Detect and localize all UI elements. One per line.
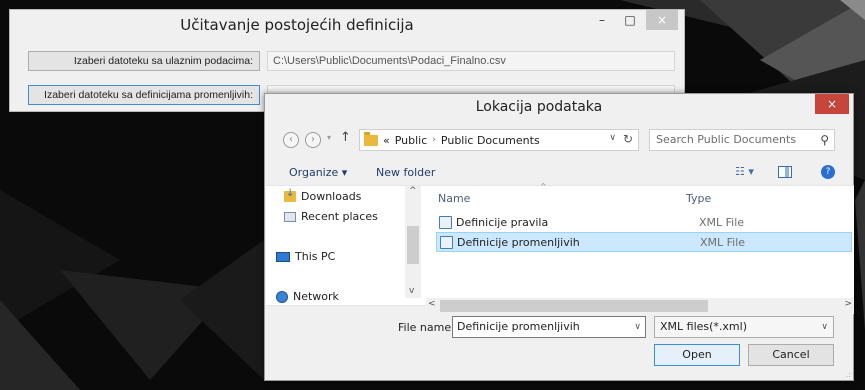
select-variable-definitions-button[interactable]: Izaberi datoteku sa definicijama promenl… [28, 85, 260, 105]
help-icon[interactable]: ? [821, 165, 835, 179]
downloads-folder-icon [284, 188, 296, 202]
view-options-icon[interactable]: ☷ ▾ [735, 165, 754, 178]
open-button[interactable]: Open [654, 344, 740, 366]
address-bar[interactable]: « Public › Public Documents ∨ ↻ [359, 129, 639, 151]
back-arrow-icon[interactable]: ‹ [283, 132, 299, 148]
file-row-selected[interactable]: Definicije promenljivih XML File [436, 232, 852, 252]
breadcrumb-public[interactable]: Public [395, 134, 428, 147]
dialog-toolbar: Organize ▾ New folder ☷ ▾ ? [265, 162, 853, 184]
forward-arrow-icon[interactable]: › [305, 132, 321, 148]
file-type-filter-value: XML files(*.xml) [660, 320, 747, 333]
select-input-data-button[interactable]: Izaberi datoteku sa ulaznim podacima: [28, 51, 260, 71]
new-folder-button[interactable]: New folder [376, 166, 435, 179]
refresh-icon[interactable]: ↻ [623, 132, 633, 146]
preview-pane-icon[interactable] [778, 166, 792, 178]
address-dropdown-icon[interactable]: ∨ [609, 133, 616, 143]
sort-ascending-icon: ^ [540, 182, 547, 191]
file-type: XML File [700, 235, 746, 249]
breadcrumb-public-documents[interactable]: Public Documents [441, 134, 540, 147]
network-icon [276, 290, 288, 303]
nav-item-this-pc[interactable]: This PC [276, 250, 335, 263]
file-list: ^ Name Type Definicije pravila XML File … [426, 182, 854, 298]
resize-grip-icon[interactable]: .: [846, 370, 851, 379]
input-data-path-field[interactable]: C:\Users\Public\Documents\Podaci_Finalno… [267, 51, 675, 71]
minimize-icon[interactable]: – [588, 10, 616, 30]
xml-file-icon [439, 215, 452, 229]
maximize-icon[interactable]: □ [616, 10, 644, 30]
search-icon[interactable]: ⚲ [820, 130, 829, 150]
search-placeholder: Search Public Documents [656, 133, 797, 146]
dialog-close-icon[interactable]: × [815, 94, 849, 114]
file-name: Definicije pravila [456, 215, 549, 229]
scroll-right-icon[interactable]: > [844, 299, 852, 309]
file-name-input[interactable]: Definicije promenljivih ∨ [452, 316, 646, 338]
nav-item-recent-places[interactable]: Recent places [284, 210, 378, 223]
computer-icon [276, 251, 290, 262]
dialog-title: Lokacija podataka [475, 99, 603, 115]
file-name-value: Definicije promenljivih [457, 320, 580, 333]
folder-icon [364, 131, 378, 146]
file-type: XML File [699, 215, 745, 229]
up-arrow-icon[interactable]: ↑ [340, 130, 351, 145]
scroll-up-icon[interactable]: ^ [409, 186, 417, 196]
file-name-label: File name: [398, 321, 455, 334]
scroll-left-icon[interactable]: < [428, 299, 436, 309]
horizontal-scrollbar[interactable]: < > [426, 298, 854, 314]
open-file-dialog: Lokacija podataka × ‹ › ▾ ↑ « Public › P… [264, 93, 854, 381]
address-overflow[interactable]: « [383, 134, 390, 147]
nav-item-network[interactable]: Network [276, 290, 339, 303]
nav-item-label: Downloads [301, 190, 362, 203]
nav-pane-scrollbar[interactable]: ^ v [405, 186, 421, 298]
navigation-pane: Downloads Recent places This PC Network … [266, 186, 421, 303]
breadcrumb-chevron-icon: › [432, 135, 436, 145]
chevron-down-icon[interactable]: ∨ [634, 317, 641, 337]
xml-file-icon [440, 235, 453, 249]
close-icon[interactable]: × [646, 10, 678, 30]
recent-places-icon [284, 211, 296, 222]
column-header-type[interactable]: Type [686, 192, 711, 205]
scroll-down-icon[interactable]: v [409, 286, 414, 296]
file-type-filter-select[interactable]: XML files(*.xml) ∨ [654, 316, 834, 338]
file-name: Definicije promenljivih [457, 235, 580, 249]
recent-locations-chevron-icon[interactable]: ▾ [327, 133, 331, 142]
organize-menu[interactable]: Organize ▾ [289, 166, 347, 179]
nav-item-label: This PC [295, 250, 336, 263]
file-row[interactable]: Definicije pravila XML File [436, 212, 852, 232]
cancel-button[interactable]: Cancel [748, 344, 834, 366]
main-titlebar: Učitavanje postojećih definicija – □ × [10, 10, 684, 40]
nav-item-downloads[interactable]: Downloads [284, 188, 362, 203]
chevron-down-icon[interactable]: ∨ [821, 317, 828, 337]
column-header-name[interactable]: Name [438, 192, 470, 205]
dialog-content: Downloads Recent places This PC Network … [266, 182, 854, 314]
main-window-title: Učitavanje postojećih definicija [180, 16, 414, 34]
nav-item-label: Network [293, 290, 339, 303]
nav-item-label: Recent places [301, 210, 378, 223]
scrollbar-thumb[interactable] [407, 226, 419, 264]
scrollbar-thumb[interactable] [440, 300, 708, 312]
search-input[interactable]: Search Public Documents ⚲ [649, 129, 835, 151]
